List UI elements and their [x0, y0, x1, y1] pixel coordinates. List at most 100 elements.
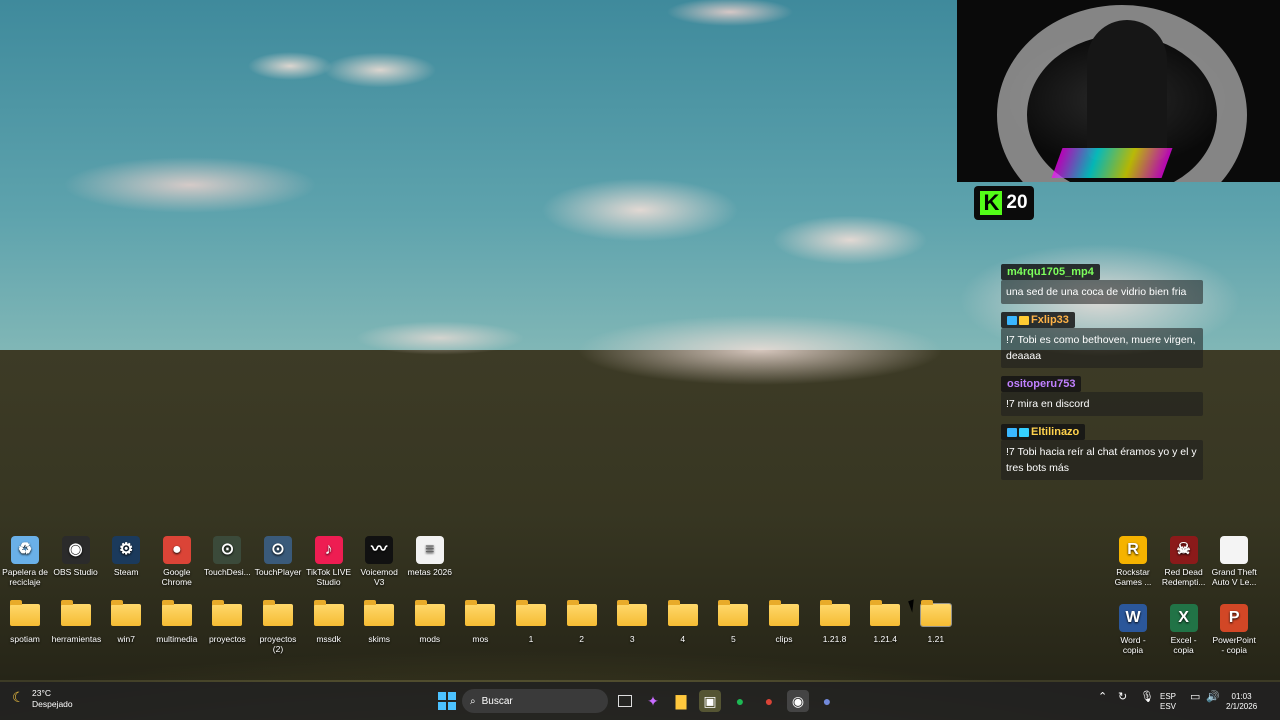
taskbar-search[interactable]: ⌕ Buscar: [462, 689, 608, 713]
icon-label: Voicemod V3: [360, 567, 398, 587]
start-windows-icon[interactable]: [436, 690, 458, 712]
desktop-folder[interactable]: 3: [608, 600, 656, 644]
desktop-folder[interactable]: herramientas: [52, 600, 101, 644]
chat-badge-icon: [1007, 427, 1017, 437]
sync-icon[interactable]: ↻: [1118, 692, 1127, 703]
desktop-folder[interactable]: 2: [558, 600, 606, 644]
lang-bottom: ESV: [1160, 702, 1177, 711]
chat-username-text: ositoperu753: [1007, 378, 1076, 390]
chat-badge-icon: [1019, 315, 1029, 325]
network-icon[interactable]: ▭: [1190, 692, 1200, 703]
icon-label: Red Dead Redempti...: [1161, 567, 1206, 587]
icon-label: 1: [528, 634, 534, 644]
desktop-folder[interactable]: mods: [406, 600, 454, 644]
folder-icon: [617, 600, 648, 626]
desktop-folder[interactable]: multimedia: [153, 600, 201, 644]
desktop-shortcut[interactable]: ◉ OBS Studio: [52, 536, 100, 577]
desktop-shortcut[interactable]: X Excel - copia: [1160, 604, 1208, 655]
desktop-folder[interactable]: clips: [760, 600, 808, 644]
language-indicator[interactable]: ESP ESV: [1160, 692, 1176, 712]
chat-text: una sed de una coca de vidrio bien fria: [1001, 280, 1203, 304]
folder-icon: [870, 600, 901, 626]
task-view-icon[interactable]: [614, 690, 636, 712]
obs-taskbar-icon[interactable]: ◉: [787, 690, 809, 712]
weather-widget[interactable]: ☾ 23°C Despejado: [12, 688, 73, 710]
tiktok-icon: ♪: [314, 536, 343, 564]
desktop-shortcut[interactable]: ☠ Red Dead Redempti...: [1160, 536, 1208, 587]
icon-label: Word - copia: [1120, 635, 1146, 655]
file-explorer-icon[interactable]: ▇: [670, 690, 692, 712]
desktop-shortcut[interactable]: ⊙ TouchDesi...: [203, 536, 251, 577]
icon-label: OBS Studio: [53, 567, 98, 577]
desktop-folder[interactable]: win7: [102, 600, 150, 644]
icon-label: Excel - copia: [1170, 635, 1197, 655]
desktop-shortcut[interactable]: ♻ Papelera de reciclaje: [1, 536, 49, 587]
desktop-folder[interactable]: skims: [355, 600, 403, 644]
desktop-shortcut[interactable]: P PowerPoint - copia: [1210, 604, 1258, 655]
desktop-shortcut[interactable]: R Rockstar Games ...: [1109, 536, 1157, 587]
desktop-folder[interactable]: mssdk: [305, 600, 353, 644]
desktop-folder[interactable]: 1: [507, 600, 555, 644]
chrome-taskbar-icon[interactable]: ●: [758, 690, 780, 712]
folder-icon: [819, 600, 850, 626]
icon-label: spotiam: [10, 634, 40, 644]
desktop-shortcut[interactable]: ● Google Chrome: [153, 536, 201, 587]
webcam-overlay: [957, 0, 1280, 182]
folder-icon: [769, 600, 799, 626]
desktop-folder[interactable]: 1.21.8: [811, 600, 859, 644]
icon-label: Steam: [113, 567, 139, 577]
icon-label: PowerPoint - copia: [1212, 635, 1256, 655]
desktop-shortcut[interactable]: ≡ metas 2026: [406, 536, 454, 577]
chat-message: Eltilinazo !7 Tobi hacia reír al chat éra…: [1001, 422, 1203, 480]
recycle-bin-icon: ♻: [11, 536, 39, 564]
clock-date: 2/1/2026: [1226, 702, 1258, 711]
desktop-folder[interactable]: 4: [659, 600, 707, 644]
desktop-shortcut[interactable]: ♪ TikTok LIVE Studio: [305, 536, 353, 587]
icon-label: mods: [419, 634, 441, 644]
icon-label: Grand Theft Auto V Le...: [1211, 567, 1257, 587]
clock[interactable]: 01:03 2/1/2026: [1226, 692, 1257, 712]
folder-icon: [10, 600, 40, 626]
steam-icon: ⚙: [112, 536, 141, 564]
icon-label: 4: [680, 634, 686, 644]
folder-icon: [313, 600, 344, 626]
spotify-icon[interactable]: ●: [729, 690, 751, 712]
discord-icon[interactable]: ●: [816, 690, 838, 712]
chat-message: Fxlip33 !7 Tobi es como bethoven, muere v…: [1001, 310, 1203, 368]
chat-username: m4rqu1705_mp4: [1001, 264, 1100, 280]
chat-message: m4rqu1705_mp4 una sed de una coca de vidr…: [1001, 262, 1203, 304]
mic-icon[interactable]: 🎙: [1140, 692, 1154, 703]
desktop-shortcut[interactable]: Grand Theft Auto V Le...: [1210, 536, 1258, 587]
desktop-folder[interactable]: 1.21: [912, 600, 960, 644]
folder-icon: [667, 600, 698, 626]
desktop-folder[interactable]: proyectos (2): [254, 600, 302, 654]
chat-badge-icon: [1019, 427, 1029, 437]
desktop-folder[interactable]: proyectos: [203, 600, 251, 644]
chrome-icon: ●: [162, 536, 191, 564]
copilot-icon[interactable]: ✦: [642, 690, 664, 712]
chat-text: !7 mira en discord: [1001, 392, 1203, 416]
folder-icon: [111, 600, 142, 626]
desktop-shortcut[interactable]: ⚙ Steam: [102, 536, 150, 577]
media-app-icon[interactable]: ▣: [699, 690, 721, 712]
lang-top: ESP: [1160, 692, 1177, 701]
desktop-folder[interactable]: 5: [709, 600, 757, 644]
desktop-shortcut[interactable]: W Word - copia: [1109, 604, 1157, 655]
desktop-folder[interactable]: mos: [456, 600, 504, 644]
icon-label: 3: [629, 634, 635, 644]
moon-icon: ☾: [12, 689, 25, 705]
kick-logo-icon: K: [980, 191, 1003, 215]
weather-temp: 23°C: [32, 688, 51, 698]
tray-chevron-icon[interactable]: ⌃: [1098, 692, 1107, 703]
desktop-folder[interactable]: 1.21.4: [861, 600, 909, 644]
webcam-keyboard: [1051, 148, 1173, 178]
folder-icon: [263, 600, 293, 626]
desktop-shortcut[interactable]: ⊙ TouchPlayer: [254, 536, 302, 577]
chat-text: !7 Tobi hacia reír al chat éramos yo y e…: [1001, 440, 1203, 480]
desktop-shortcut[interactable]: 〰 Voicemod V3: [355, 536, 403, 587]
volume-icon[interactable]: 🔊: [1206, 692, 1220, 703]
voicemod-icon: 〰: [365, 536, 394, 564]
desktop-folder[interactable]: spotiam: [1, 600, 49, 644]
chat-message: ositoperu753 !7 mira en discord: [1001, 374, 1203, 416]
icon-label: Rockstar Games ...: [1114, 567, 1152, 587]
